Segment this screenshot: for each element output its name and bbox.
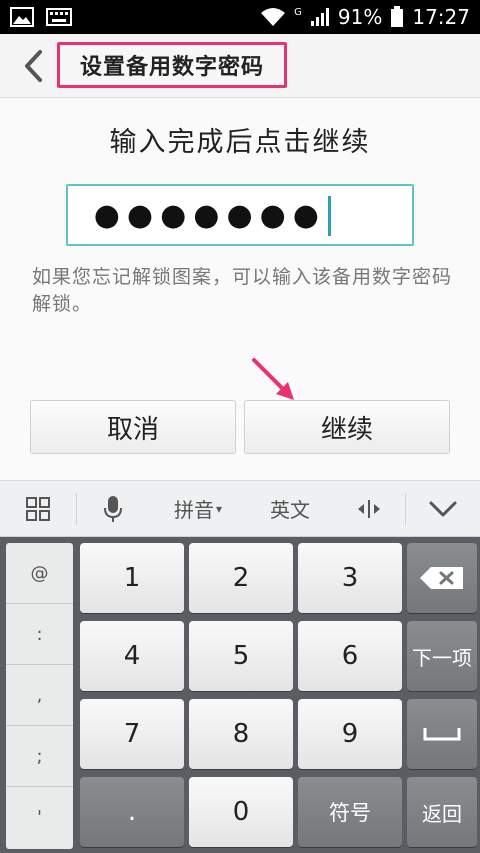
chevron-left-icon (25, 50, 42, 82)
clock: 17:27 (412, 5, 470, 29)
back-button[interactable] (18, 48, 48, 84)
page-title-highlight: 设置备用数字密码 (57, 42, 287, 88)
voice-input-button[interactable] (77, 480, 149, 537)
cancel-button[interactable]: 取消 (30, 400, 236, 454)
english-label: 英文 (270, 498, 310, 522)
keyboard-toolbar: 拼音 ▾ 英文 (0, 480, 480, 537)
key-3[interactable]: 3 (298, 543, 402, 613)
symbol-key[interactable]: , (6, 665, 73, 726)
password-mask: ●●●●●●● (93, 197, 326, 233)
wifi-icon (261, 8, 286, 26)
signal-icon (310, 8, 329, 26)
annotation-arrow-icon (252, 358, 294, 400)
signal-type: G (294, 6, 302, 18)
dot-key[interactable]: . (80, 777, 184, 847)
page-title: 设置备用数字密码 (79, 55, 264, 80)
keyboard-menu-button[interactable] (0, 480, 76, 537)
return-key[interactable]: 返回 (407, 777, 477, 847)
text-caret (328, 196, 331, 236)
keyboard-icon (46, 8, 72, 26)
key-9[interactable]: 9 (298, 699, 402, 769)
hide-keyboard-button[interactable] (406, 480, 480, 537)
cursor-move-button[interactable] (333, 480, 405, 537)
symbol-column: @ : , ; ' (6, 543, 73, 849)
microphone-icon (104, 495, 122, 522)
title-bar: 设置备用数字密码 (0, 34, 480, 98)
instruction-heading: 输入完成后点击继续 (109, 127, 371, 158)
key-2[interactable]: 2 (189, 543, 293, 613)
hint-text: 如果您忘记解锁图案，可以输入该备用数字密码解锁。 (32, 266, 453, 315)
key-8[interactable]: 8 (189, 699, 293, 769)
key-1[interactable]: 1 (80, 543, 184, 613)
next-field-key[interactable]: 下一项 (407, 621, 477, 691)
key-5[interactable]: 5 (189, 621, 293, 691)
main-content: 输入完成后点击继续 ●●●●●●● 如果您忘记解锁图案，可以输入该备用数字密码解… (0, 98, 480, 480)
symbol-key[interactable]: @ (6, 543, 73, 604)
symbol-key[interactable]: ; (6, 726, 73, 787)
pinyin-mode-button[interactable]: 拼音 ▾ (149, 480, 247, 537)
pinyin-label: 拼音 (173, 498, 214, 522)
key-7[interactable]: 7 (80, 699, 184, 769)
chevron-down-icon (429, 501, 457, 516)
gallery-icon (10, 7, 34, 27)
continue-button[interactable]: 继续 (244, 400, 450, 454)
battery-percent: 91% (337, 5, 383, 29)
symbol-key[interactable]: ' (6, 787, 73, 848)
grid-icon (26, 496, 50, 521)
space-key[interactable] (407, 699, 477, 769)
password-input[interactable]: ●●●●●●● (66, 184, 414, 246)
status-bar: G 91% 17:27 (0, 0, 480, 34)
key-0[interactable]: 0 (189, 777, 293, 847)
backspace-key[interactable] (407, 543, 477, 613)
key-4[interactable]: 4 (80, 621, 184, 691)
numeric-keyboard: @ : , ; ' 1 2 3 4 5 6 下一项 7 8 9 . 0 符号 返… (0, 537, 480, 853)
battery-icon (391, 6, 404, 27)
symbols-key[interactable]: 符号 (298, 777, 402, 847)
space-icon (423, 728, 461, 741)
backspace-icon (420, 567, 463, 589)
cursor-move-icon (358, 499, 380, 518)
symbol-key[interactable]: : (6, 604, 73, 665)
english-mode-button[interactable]: 英文 (247, 480, 333, 537)
key-6[interactable]: 6 (298, 621, 402, 691)
caret-down-icon: ▾ (215, 501, 223, 516)
